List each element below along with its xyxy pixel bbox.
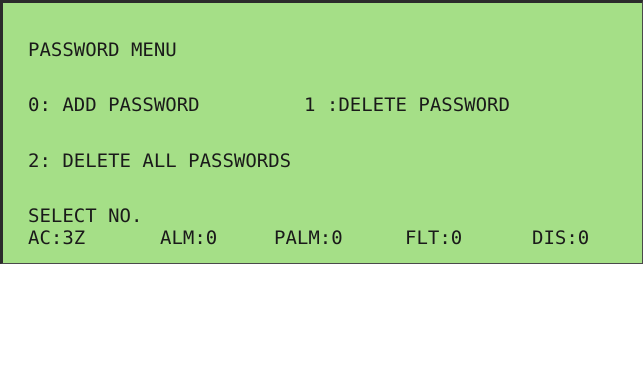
status-fault: FLT:0 <box>405 227 463 249</box>
status-disabled: DIS:0 <box>532 227 590 249</box>
menu-option-delete-password[interactable]: 1 :DELETE PASSWORD <box>304 94 510 116</box>
menu-option-add-password[interactable]: 0: ADD PASSWORD <box>28 94 200 116</box>
menu-title: PASSWORD MENU <box>28 39 177 61</box>
status-alarm: ALM:0 <box>160 227 218 249</box>
select-prompt: SELECT NO. <box>28 205 143 227</box>
status-pre-alarm: PALM:0 <box>274 227 343 249</box>
menu-options-row: 0: ADD PASSWORD 1 :DELETE PASSWORD <box>28 94 628 116</box>
status-bar: AC:3Z ALM:0 PALM:0 FLT:0 DIS:0 <box>28 227 628 249</box>
status-ac: AC:3Z <box>28 227 86 249</box>
menu-option-delete-all-passwords[interactable]: 2: DELETE ALL PASSWORDS <box>28 150 291 172</box>
lcd-screen: PASSWORD MENU 0: ADD PASSWORD 1 :DELETE … <box>0 0 643 264</box>
